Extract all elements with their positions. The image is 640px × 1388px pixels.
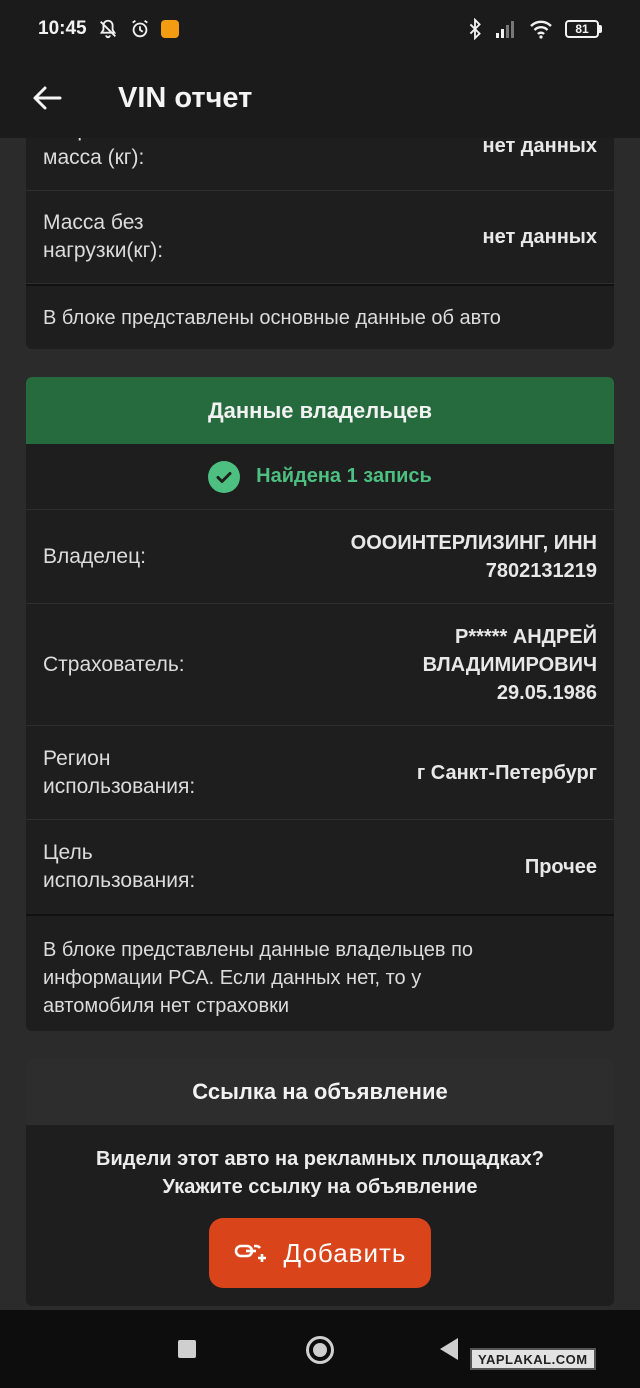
page-title: VIN отчет xyxy=(118,81,253,114)
battery-level: 81 xyxy=(565,20,599,38)
battery-icon: 81 xyxy=(565,20,602,38)
ad-card-title: Ссылка на объявление xyxy=(26,1058,614,1125)
add-link-button[interactable]: Добавить xyxy=(209,1218,431,1288)
app-bar: VIN отчет xyxy=(0,58,640,138)
owners-note: В блоке представлены данные владельцев п… xyxy=(26,914,614,1031)
bluetooth-icon xyxy=(467,18,483,40)
owner-row: Страхователь: Р***** АНДРЕЙ ВЛАДИМИРОВИЧ… xyxy=(26,604,614,726)
owner-row-value: Прочее xyxy=(524,856,597,878)
owners-card: Данные владельцев Найдена 1 запись Владе… xyxy=(26,377,614,1031)
system-back-button[interactable] xyxy=(440,1338,458,1360)
app-notification-icon xyxy=(160,20,179,38)
owner-row-label: Владелец: xyxy=(43,544,146,568)
owner-row-value: ОООИНТЕРЛИЗИНГ, ИНН 7802131219 xyxy=(350,531,597,582)
vehicle-row-value: нет данных xyxy=(482,226,597,248)
ad-question-line2: Укажите ссылку на объявление xyxy=(162,1176,478,1198)
owner-row-label: Цель использования: xyxy=(43,841,196,892)
owner-row-label: Страхователь: xyxy=(43,652,185,676)
owner-row: Владелец: ОООИНТЕРЛИЗИНГ, ИНН 7802131219 xyxy=(26,510,614,604)
add-link-icon xyxy=(234,1244,266,1262)
back-button[interactable] xyxy=(24,75,70,121)
status-time: 10:45 xyxy=(38,18,87,39)
notifications-muted-icon xyxy=(97,18,119,40)
check-circle-icon xyxy=(208,460,241,493)
recent-apps-button[interactable] xyxy=(178,1340,196,1358)
add-link-label: Добавить xyxy=(283,1237,407,1268)
vehicle-note: В блоке представлены основные данные об … xyxy=(26,284,614,349)
vehicle-row-label: Масса без нагрузки(кг): xyxy=(43,211,164,262)
records-found-text: Найдена 1 запись xyxy=(256,465,432,487)
signal-icon xyxy=(495,19,517,39)
owner-row-label: Регион использования: xyxy=(43,746,196,798)
ad-link-card: Ссылка на объявление Видели этот авто на… xyxy=(26,1058,614,1306)
ad-question-line1: Видели этот авто на рекламных площадках? xyxy=(96,1148,544,1170)
vehicle-row: Масса без нагрузки(кг): нет данных xyxy=(26,191,614,284)
ad-question: Видели этот авто на рекламных площадках?… xyxy=(26,1145,614,1201)
records-found: Найдена 1 запись xyxy=(26,444,614,510)
arrow-left-icon xyxy=(33,86,62,110)
owner-row-value: Р***** АНДРЕЙ ВЛАДИМИРОВИЧ 29.05.1986 xyxy=(422,625,597,704)
wifi-icon xyxy=(529,19,553,39)
alarm-icon xyxy=(129,18,151,40)
owners-card-title: Данные владельцев xyxy=(26,377,614,444)
owner-row: Цель использования: Прочее xyxy=(26,820,614,914)
status-bar: 10:45 81 xyxy=(0,0,640,58)
watermark: YAPLAKAL.COM xyxy=(470,1348,596,1370)
home-button[interactable] xyxy=(306,1336,334,1364)
owner-row-value: г Санкт-Петербург xyxy=(416,761,597,784)
owner-row: Регион использования: г Санкт-Петербург xyxy=(26,726,614,820)
